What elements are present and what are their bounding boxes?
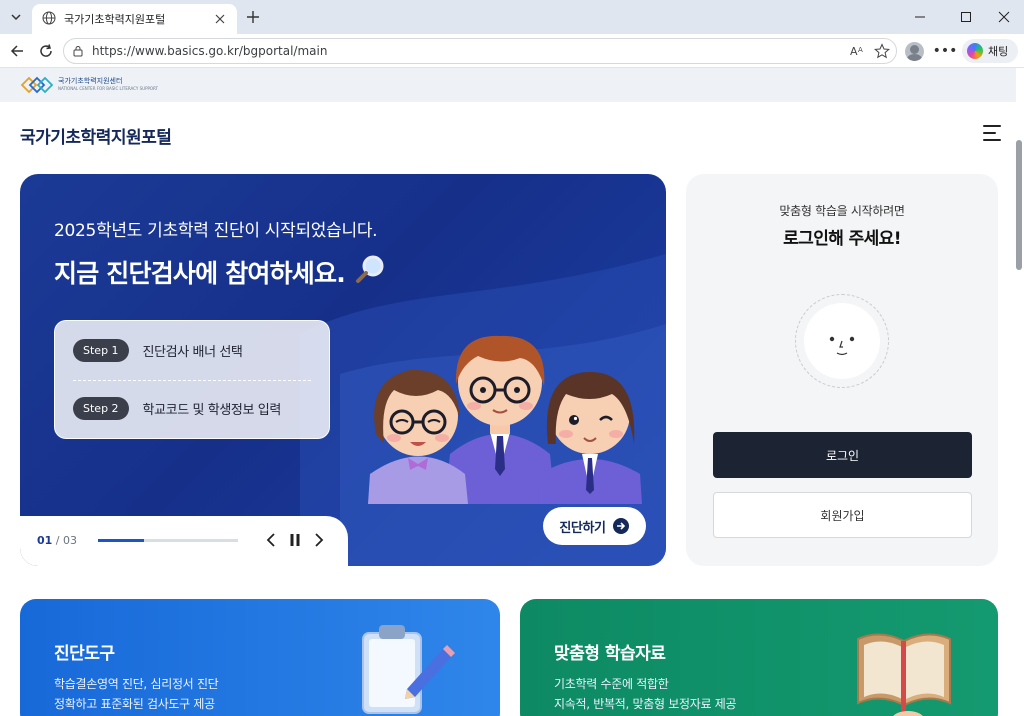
svg-text:A: A bbox=[850, 45, 858, 58]
logo-text-line2: NATIONAL CENTER FOR BASIC LITERACY SUPPO… bbox=[58, 86, 158, 91]
card-description: 기초학력 수준에 적합한 bbox=[554, 677, 669, 691]
logo-text: 국가기초학력지원센터 NATIONAL CENTER FOR BASIC LIT… bbox=[58, 78, 158, 92]
url-field[interactable]: https://www.basics.go.kr/bgportal/main A… bbox=[63, 38, 897, 64]
clipboard-pencil-icon bbox=[362, 625, 455, 714]
hero-banner[interactable]: 2025학년도 기초학력 진단이 시작되었습니다. 지금 진단검사에 참여하세요… bbox=[20, 174, 666, 566]
login-card: 맞춤형 학습을 시작하려면 로그인해 주세요! 로그인 회원가입 bbox=[686, 174, 998, 566]
step-badge: Step 1 bbox=[73, 339, 129, 362]
arrow-right-circle-icon bbox=[612, 518, 629, 534]
svg-text:A: A bbox=[858, 46, 863, 54]
step-text: 학교코드 및 학생정보 입력 bbox=[142, 403, 282, 418]
browser-tab-bar: 국가기초학력지원포털 bbox=[0, 0, 1024, 34]
card-description: 지속적, 반복적, 맞춤형 보정자료 제공 bbox=[554, 697, 737, 711]
smiley-face-icon bbox=[804, 303, 880, 379]
magnifier-icon bbox=[355, 254, 389, 290]
diagnostic-tools-card[interactable]: 진단도구 학습결손영역 진단, 심리정서 진단 정확하고 표준화된 검사도구 제… bbox=[20, 599, 500, 716]
step-2-row: Step 2 학교코드 및 학생정보 입력 bbox=[73, 397, 281, 420]
slide-pager: 01 / 03 bbox=[37, 534, 77, 547]
tab-list-chevron-icon[interactable] bbox=[5, 6, 27, 28]
step-divider bbox=[73, 380, 311, 381]
step-badge: Step 2 bbox=[73, 397, 129, 420]
minimize-icon[interactable] bbox=[900, 4, 940, 30]
close-icon[interactable] bbox=[211, 10, 229, 28]
profile-avatar-icon[interactable] bbox=[905, 42, 924, 61]
step-1-row: Step 1 진단검사 배너 선택 bbox=[73, 339, 243, 362]
start-diagnosis-button[interactable]: 진단하기 bbox=[543, 507, 646, 545]
card-description: 정확하고 표준화된 검사도구 제공 bbox=[54, 697, 215, 711]
slide-progress-fill bbox=[98, 539, 145, 542]
pager-separator: / bbox=[52, 534, 64, 547]
address-bar: https://www.basics.go.kr/bgportal/main A… bbox=[0, 34, 1024, 68]
pager-total: 03 bbox=[63, 534, 78, 547]
globe-icon bbox=[42, 10, 56, 29]
copilot-icon bbox=[967, 43, 983, 59]
hero-controls-panel: 01 / 03 bbox=[20, 516, 348, 566]
page-viewport: 국가기초학력지원센터 NATIONAL CENTER FOR BASIC LIT… bbox=[0, 68, 1024, 716]
avatar bbox=[795, 294, 889, 388]
hero-headline-row: 지금 진단검사에 참여하세요. bbox=[54, 254, 389, 290]
slide-progress-bar bbox=[98, 539, 238, 542]
site-title[interactable]: 국가기초학력지원포털 bbox=[20, 123, 172, 148]
hamburger-menu-icon[interactable] bbox=[983, 125, 1003, 141]
students-illustration bbox=[368, 335, 642, 504]
hero-subtitle: 2025학년도 기초학력 진단이 시작되었습니다. bbox=[54, 221, 378, 241]
card-title: 진단도구 bbox=[54, 644, 115, 664]
ministry-logo[interactable]: 국가기초학력지원센터 NATIONAL CENTER FOR BASIC LIT… bbox=[20, 74, 158, 96]
previous-slide-chevron-icon[interactable] bbox=[262, 530, 280, 550]
logo-diamond-icon bbox=[20, 76, 54, 94]
page-scrollbar[interactable] bbox=[1016, 140, 1022, 270]
card-description: 학습결손영역 진단, 심리정서 진단 bbox=[54, 677, 219, 691]
back-arrow-icon[interactable] bbox=[6, 40, 28, 62]
pause-icon[interactable] bbox=[286, 530, 304, 550]
active-tab[interactable]: 국가기초학력지원포털 bbox=[32, 4, 237, 34]
learning-materials-card[interactable]: 맞춤형 학습자료 기초학력 수준에 적합한 지속적, 반복적, 맞춤형 보정자료… bbox=[520, 599, 998, 716]
login-title: 로그인해 주세요! bbox=[783, 229, 901, 249]
open-book-icon bbox=[857, 633, 951, 716]
read-aloud-icon[interactable]: AA bbox=[848, 41, 868, 61]
copilot-label: 채팅 bbox=[988, 45, 1009, 58]
step-text: 진단검사 배너 선택 bbox=[142, 345, 243, 360]
copilot-chat-button[interactable]: 채팅 bbox=[962, 39, 1018, 63]
card-title: 맞춤형 학습자료 bbox=[554, 644, 666, 664]
url-text[interactable]: https://www.basics.go.kr/bgportal/main bbox=[92, 44, 848, 58]
hero-headline: 지금 진단검사에 참여하세요. bbox=[54, 259, 346, 288]
logo-text-line1: 국가기초학력지원센터 bbox=[58, 77, 123, 85]
signup-button[interactable]: 회원가입 bbox=[713, 492, 972, 538]
next-slide-chevron-icon[interactable] bbox=[310, 530, 328, 550]
favorite-star-icon[interactable] bbox=[872, 41, 892, 61]
login-button[interactable]: 로그인 bbox=[713, 432, 972, 478]
maximize-icon[interactable] bbox=[946, 4, 986, 30]
more-options-icon[interactable]: ••• bbox=[933, 40, 958, 62]
login-hint: 맞춤형 학습을 시작하려면 bbox=[779, 204, 905, 218]
new-tab-plus-icon[interactable] bbox=[242, 6, 264, 28]
steps-card: Step 1 진단검사 배너 선택 Step 2 학교코드 및 학생정보 입력 bbox=[54, 320, 330, 439]
site-top-bar: 국가기초학력지원센터 NATIONAL CENTER FOR BASIC LIT… bbox=[0, 68, 1016, 102]
pager-current: 01 bbox=[37, 534, 53, 547]
window-close-icon[interactable] bbox=[984, 4, 1024, 30]
lock-icon[interactable] bbox=[72, 42, 84, 61]
refresh-icon[interactable] bbox=[35, 40, 57, 62]
tab-title: 국가기초학력지원포털 bbox=[64, 13, 166, 26]
start-diagnosis-label: 진단하기 bbox=[559, 520, 606, 536]
